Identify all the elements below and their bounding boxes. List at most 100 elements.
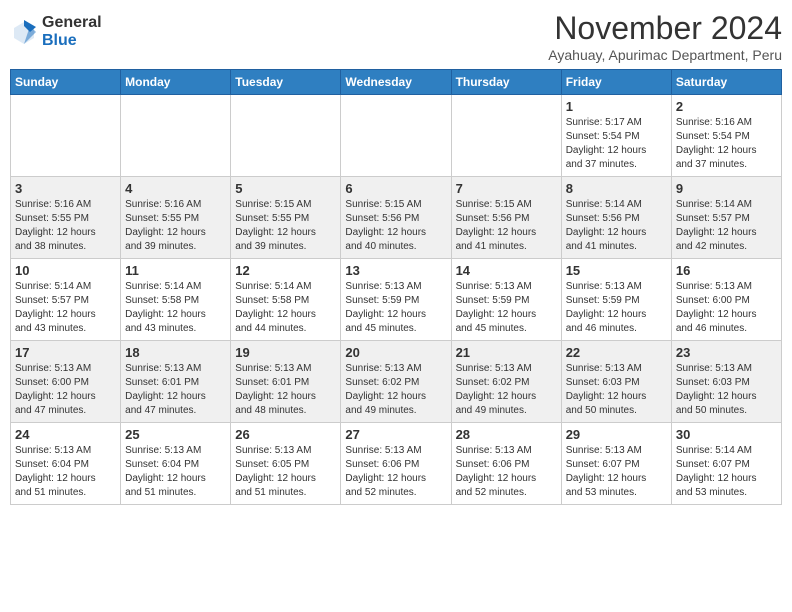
day-number: 7 [456,181,557,196]
day-info: Sunrise: 5:15 AM Sunset: 5:56 PM Dayligh… [456,198,557,254]
day-info: Sunrise: 5:14 AM Sunset: 5:58 PM Dayligh… [235,280,336,336]
day-number: 16 [676,263,777,278]
title-section: November 2024 Ayahuay, Apurimac Departme… [548,10,782,63]
logo: General Blue [10,14,102,49]
day-cell-31: 27 Sunrise: 5:13 AM Sunset: 6:06 PM Dayli… [341,423,451,505]
day-number: 2 [676,99,777,114]
day-cell-14: 10 Sunrise: 5:14 AM Sunset: 5:57 PM Dayli… [11,259,121,341]
day-number: 20 [345,345,446,360]
day-number: 6 [345,181,446,196]
calendar-table: SundayMondayTuesdayWednesdayThursdayFrid… [10,69,782,505]
day-info: Sunrise: 5:15 AM Sunset: 5:56 PM Dayligh… [345,198,446,254]
day-number: 21 [456,345,557,360]
day-number: 12 [235,263,336,278]
day-cell-27: 23Sunrise: 5:13 AM Sunset: 6:03 PM Dayli… [671,341,781,423]
day-cell-21: 17 Sunrise: 5:13 AM Sunset: 6:00 PM Dayli… [11,341,121,423]
day-info: Sunrise: 5:13 AM Sunset: 5:59 PM Dayligh… [566,280,667,336]
day-info: Sunrise: 5:16 AM Sunset: 5:55 PM Dayligh… [125,198,226,254]
day-info: Sunrise: 5:13 AM Sunset: 6:04 PM Dayligh… [125,444,226,500]
day-number: 23 [676,345,777,360]
day-cell-34: 30 Sunrise: 5:14 AM Sunset: 6:07 PM Dayli… [671,423,781,505]
day-number: 27 [345,427,446,442]
day-info: Sunrise: 5:13 AM Sunset: 6:00 PM Dayligh… [676,280,777,336]
header-row: SundayMondayTuesdayWednesdayThursdayFrid… [11,70,782,95]
day-cell-7: 3Sunrise: 5:16 AM Sunset: 5:55 PM Daylig… [11,177,121,259]
day-cell-22: 18 Sunrise: 5:13 AM Sunset: 6:01 PM Dayli… [121,341,231,423]
day-number: 4 [125,181,226,196]
day-number: 22 [566,345,667,360]
day-info: Sunrise: 5:17 AM Sunset: 5:54 PM Dayligh… [566,116,667,172]
day-info: Sunrise: 5:13 AM Sunset: 6:01 PM Dayligh… [125,362,226,418]
day-number: 28 [456,427,557,442]
day-info: Sunrise: 5:14 AM Sunset: 6:07 PM Dayligh… [676,444,777,500]
day-info: Sunrise: 5:16 AM Sunset: 5:55 PM Dayligh… [15,198,116,254]
day-cell-10: 6 Sunrise: 5:15 AM Sunset: 5:56 PM Daylig… [341,177,451,259]
day-number: 13 [345,263,446,278]
day-number: 14 [456,263,557,278]
day-cell-0 [11,95,121,177]
day-cell-8: 4 Sunrise: 5:16 AM Sunset: 5:55 PM Daylig… [121,177,231,259]
header-cell-tuesday: Tuesday [231,70,341,95]
day-number: 17 [15,345,116,360]
day-info: Sunrise: 5:13 AM Sunset: 6:06 PM Dayligh… [345,444,446,500]
day-info: Sunrise: 5:16 AM Sunset: 5:54 PM Dayligh… [676,116,777,172]
day-cell-2 [231,95,341,177]
day-info: Sunrise: 5:13 AM Sunset: 6:02 PM Dayligh… [456,362,557,418]
header-cell-sunday: Sunday [11,70,121,95]
header-cell-monday: Monday [121,70,231,95]
header-cell-saturday: Saturday [671,70,781,95]
day-cell-23: 19 Sunrise: 5:13 AM Sunset: 6:01 PM Dayli… [231,341,341,423]
day-cell-32: 28Sunrise: 5:13 AM Sunset: 6:06 PM Dayli… [451,423,561,505]
location: Ayahuay, Apurimac Department, Peru [548,47,782,63]
week-row-5: 24 Sunrise: 5:13 AM Sunset: 6:04 PM Dayli… [11,423,782,505]
day-number: 29 [566,427,667,442]
logo-icon [10,18,38,46]
calendar-header: SundayMondayTuesdayWednesdayThursdayFrid… [11,70,782,95]
day-cell-29: 25 Sunrise: 5:13 AM Sunset: 6:04 PM Dayli… [121,423,231,505]
day-number: 18 [125,345,226,360]
day-cell-5: 1Sunrise: 5:17 AM Sunset: 5:54 PM Daylig… [561,95,671,177]
day-number: 19 [235,345,336,360]
day-cell-20: 16 Sunrise: 5:13 AM Sunset: 6:00 PM Dayli… [671,259,781,341]
month-title: November 2024 [548,10,782,47]
day-cell-11: 7 Sunrise: 5:15 AM Sunset: 5:56 PM Daylig… [451,177,561,259]
day-cell-1 [121,95,231,177]
day-cell-19: 15 Sunrise: 5:13 AM Sunset: 5:59 PM Dayli… [561,259,671,341]
day-cell-25: 21 Sunrise: 5:13 AM Sunset: 6:02 PM Dayli… [451,341,561,423]
day-number: 25 [125,427,226,442]
day-number: 30 [676,427,777,442]
day-info: Sunrise: 5:13 AM Sunset: 6:03 PM Dayligh… [566,362,667,418]
day-number: 9 [676,181,777,196]
day-number: 26 [235,427,336,442]
day-cell-13: 9 Sunrise: 5:14 AM Sunset: 5:57 PM Daylig… [671,177,781,259]
day-cell-30: 26 Sunrise: 5:13 AM Sunset: 6:05 PM Dayli… [231,423,341,505]
day-info: Sunrise: 5:13 AM Sunset: 6:01 PM Dayligh… [235,362,336,418]
day-number: 8 [566,181,667,196]
day-info: Sunrise: 5:14 AM Sunset: 5:56 PM Dayligh… [566,198,667,254]
logo-blue-text: Blue [42,32,102,50]
day-number: 15 [566,263,667,278]
day-info: Sunrise: 5:13 AM Sunset: 6:02 PM Dayligh… [345,362,446,418]
day-info: Sunrise: 5:13 AM Sunset: 5:59 PM Dayligh… [456,280,557,336]
day-cell-3 [341,95,451,177]
day-cell-33: 29 Sunrise: 5:13 AM Sunset: 6:07 PM Dayli… [561,423,671,505]
day-number: 10 [15,263,116,278]
day-info: Sunrise: 5:13 AM Sunset: 5:59 PM Dayligh… [345,280,446,336]
day-number: 11 [125,263,226,278]
day-cell-17: 13 Sunrise: 5:13 AM Sunset: 5:59 PM Dayli… [341,259,451,341]
day-info: Sunrise: 5:13 AM Sunset: 6:07 PM Dayligh… [566,444,667,500]
week-row-2: 3Sunrise: 5:16 AM Sunset: 5:55 PM Daylig… [11,177,782,259]
day-number: 24 [15,427,116,442]
day-cell-26: 22 Sunrise: 5:13 AM Sunset: 6:03 PM Dayli… [561,341,671,423]
day-info: Sunrise: 5:13 AM Sunset: 6:04 PM Dayligh… [15,444,116,500]
day-info: Sunrise: 5:13 AM Sunset: 6:05 PM Dayligh… [235,444,336,500]
day-cell-18: 14 Sunrise: 5:13 AM Sunset: 5:59 PM Dayli… [451,259,561,341]
day-cell-16: 12 Sunrise: 5:14 AM Sunset: 5:58 PM Dayli… [231,259,341,341]
day-cell-4 [451,95,561,177]
day-info: Sunrise: 5:14 AM Sunset: 5:57 PM Dayligh… [676,198,777,254]
day-info: Sunrise: 5:14 AM Sunset: 5:57 PM Dayligh… [15,280,116,336]
day-cell-6: 2 Sunrise: 5:16 AM Sunset: 5:54 PM Daylig… [671,95,781,177]
calendar-body: 1Sunrise: 5:17 AM Sunset: 5:54 PM Daylig… [11,95,782,505]
day-info: Sunrise: 5:13 AM Sunset: 6:00 PM Dayligh… [15,362,116,418]
header-cell-thursday: Thursday [451,70,561,95]
